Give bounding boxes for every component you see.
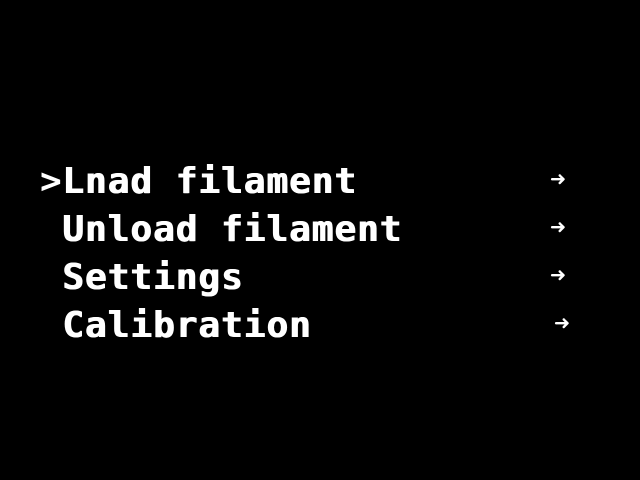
menu-item-label: Lnad filament	[62, 161, 357, 202]
arrow-right-icon: ➜	[550, 213, 567, 243]
arrow-right-icon: ➜	[554, 309, 571, 339]
menu-item-unload-filament[interactable]: Unload filament ➜	[40, 208, 600, 252]
menu-item-settings[interactable]: Settings ➜	[40, 256, 600, 300]
selection-cursor: >	[40, 161, 63, 202]
menu-item-load-filament[interactable]: > Lnad filament ➜	[40, 160, 600, 204]
menu-item-label: Calibration	[62, 305, 312, 346]
menu-item-label: Unload filament	[62, 209, 403, 250]
menu-item-calibration[interactable]: Calibration ➜	[40, 304, 600, 348]
arrow-right-icon: ➜	[550, 165, 567, 195]
main-menu: > Lnad filament ➜ Unload filament ➜ Sett…	[40, 160, 600, 346]
menu-item-label: Settings	[62, 257, 244, 298]
arrow-right-icon: ➜	[550, 261, 567, 291]
